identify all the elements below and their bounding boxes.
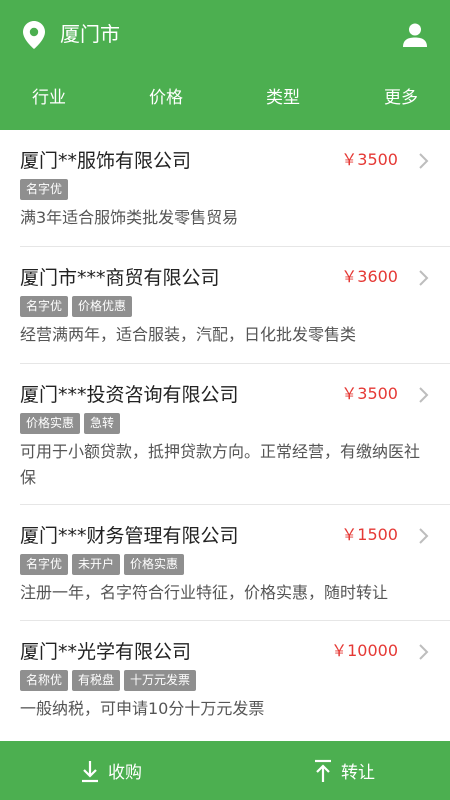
bottom-action-bar: 收购 转让 [0,741,450,800]
listing-tags: 名字优 价格优惠 [20,296,133,317]
listing-title: 厦门**光学有限公司 [20,641,192,663]
chevron-right-icon [419,644,429,660]
listing-tag: 十万元发票 [124,670,197,691]
filter-industry[interactable]: 行业 [32,86,66,110]
listing-title: 厦门***财务管理有限公司 [20,525,239,547]
chevron-right-icon [419,528,429,544]
listing-item[interactable]: 厦门***财务管理有限公司 ￥1500 名字优 未开户 价格实惠 注册一年，名字… [0,505,450,621]
listing-description: 一般纳税，可申请10分十万元发票 [20,699,265,718]
listing-title: 厦门***投资咨询有限公司 [20,384,239,406]
listing-price: ￥3500 [341,150,398,169]
location-pin-icon[interactable] [22,20,46,50]
listing-title: 厦门**服饰有限公司 [20,150,192,172]
listing-price: ￥3500 [341,384,398,403]
listing-tag: 价格优惠 [72,296,133,317]
filter-type[interactable]: 类型 [266,86,300,110]
listing-price: ￥3600 [341,267,398,286]
chevron-right-icon [419,270,429,286]
listing-tag: 名字优 [20,296,69,317]
listing-tag: 名称优 [20,670,69,691]
transfer-label: 转让 [341,763,375,783]
user-icon[interactable] [402,22,428,48]
listing-tags: 价格实惠 急转 [20,413,121,434]
listing-description: 注册一年，名字符合行业特征，价格实惠，随时转让 [20,583,389,602]
listing-description: 经营满两年，适合服装，汽配，日化批发零售类 [20,325,357,344]
purchase-button[interactable]: 收购 [80,741,142,800]
listing-price: ￥10000 [331,641,398,660]
chevron-right-icon [419,387,429,403]
listing-description: 可用于小额贷款，抵押贷款方向。正常经营，有缴纳医社保 [20,442,421,487]
filter-bar: 行业 价格 类型 更多 [0,68,450,130]
listing-tags: 名字优 未开户 价格实惠 [20,554,185,575]
listing-title: 厦门市***商贸有限公司 [20,267,220,289]
listing-tag: 名字优 [20,179,69,200]
listing-item[interactable]: 厦门***投资咨询有限公司 ￥3500 价格实惠 急转 可用于小额贷款，抵押贷款… [0,364,450,505]
upload-arrow-icon [315,759,331,782]
listing-item[interactable]: 厦门**光学有限公司 ￥10000 名称优 有税盘 十万元发票 一般纳税，可申请… [0,621,450,741]
listing-tag: 未开户 [72,554,121,575]
listing-description: 满3年适合服饰类批发零售贸易 [20,208,239,227]
listing-item[interactable]: 厦门**服饰有限公司 ￥3500 名字优 满3年适合服饰类批发零售贸易 [0,130,450,247]
listing-tag: 价格实惠 [124,554,185,575]
city-selector[interactable]: 厦门市 [60,20,120,48]
listing-tag: 急转 [84,413,121,434]
filter-price[interactable]: 价格 [149,86,183,110]
transfer-button[interactable]: 转让 [313,741,375,800]
listing-item[interactable]: 厦门市***商贸有限公司 ￥3600 名字优 价格优惠 经营满两年，适合服装，汽… [0,247,450,364]
app-header: 厦门市 行业 价格 类型 更多 [0,0,450,130]
download-arrow-icon [82,760,98,782]
listing-tag: 名字优 [20,554,69,575]
chevron-right-icon [419,153,429,169]
listing-price: ￥1500 [341,525,398,544]
listing-tag: 价格实惠 [20,413,81,434]
company-listing-list: 厦门**服饰有限公司 ￥3500 名字优 满3年适合服饰类批发零售贸易 厦门市*… [0,130,450,741]
listing-tags: 名称优 有税盘 十万元发票 [20,670,197,691]
purchase-label: 收购 [108,763,142,783]
top-bar: 厦门市 [0,0,450,68]
listing-tag: 有税盘 [72,670,121,691]
filter-more[interactable]: 更多 [384,86,418,110]
listing-tags: 名字优 [20,179,69,200]
